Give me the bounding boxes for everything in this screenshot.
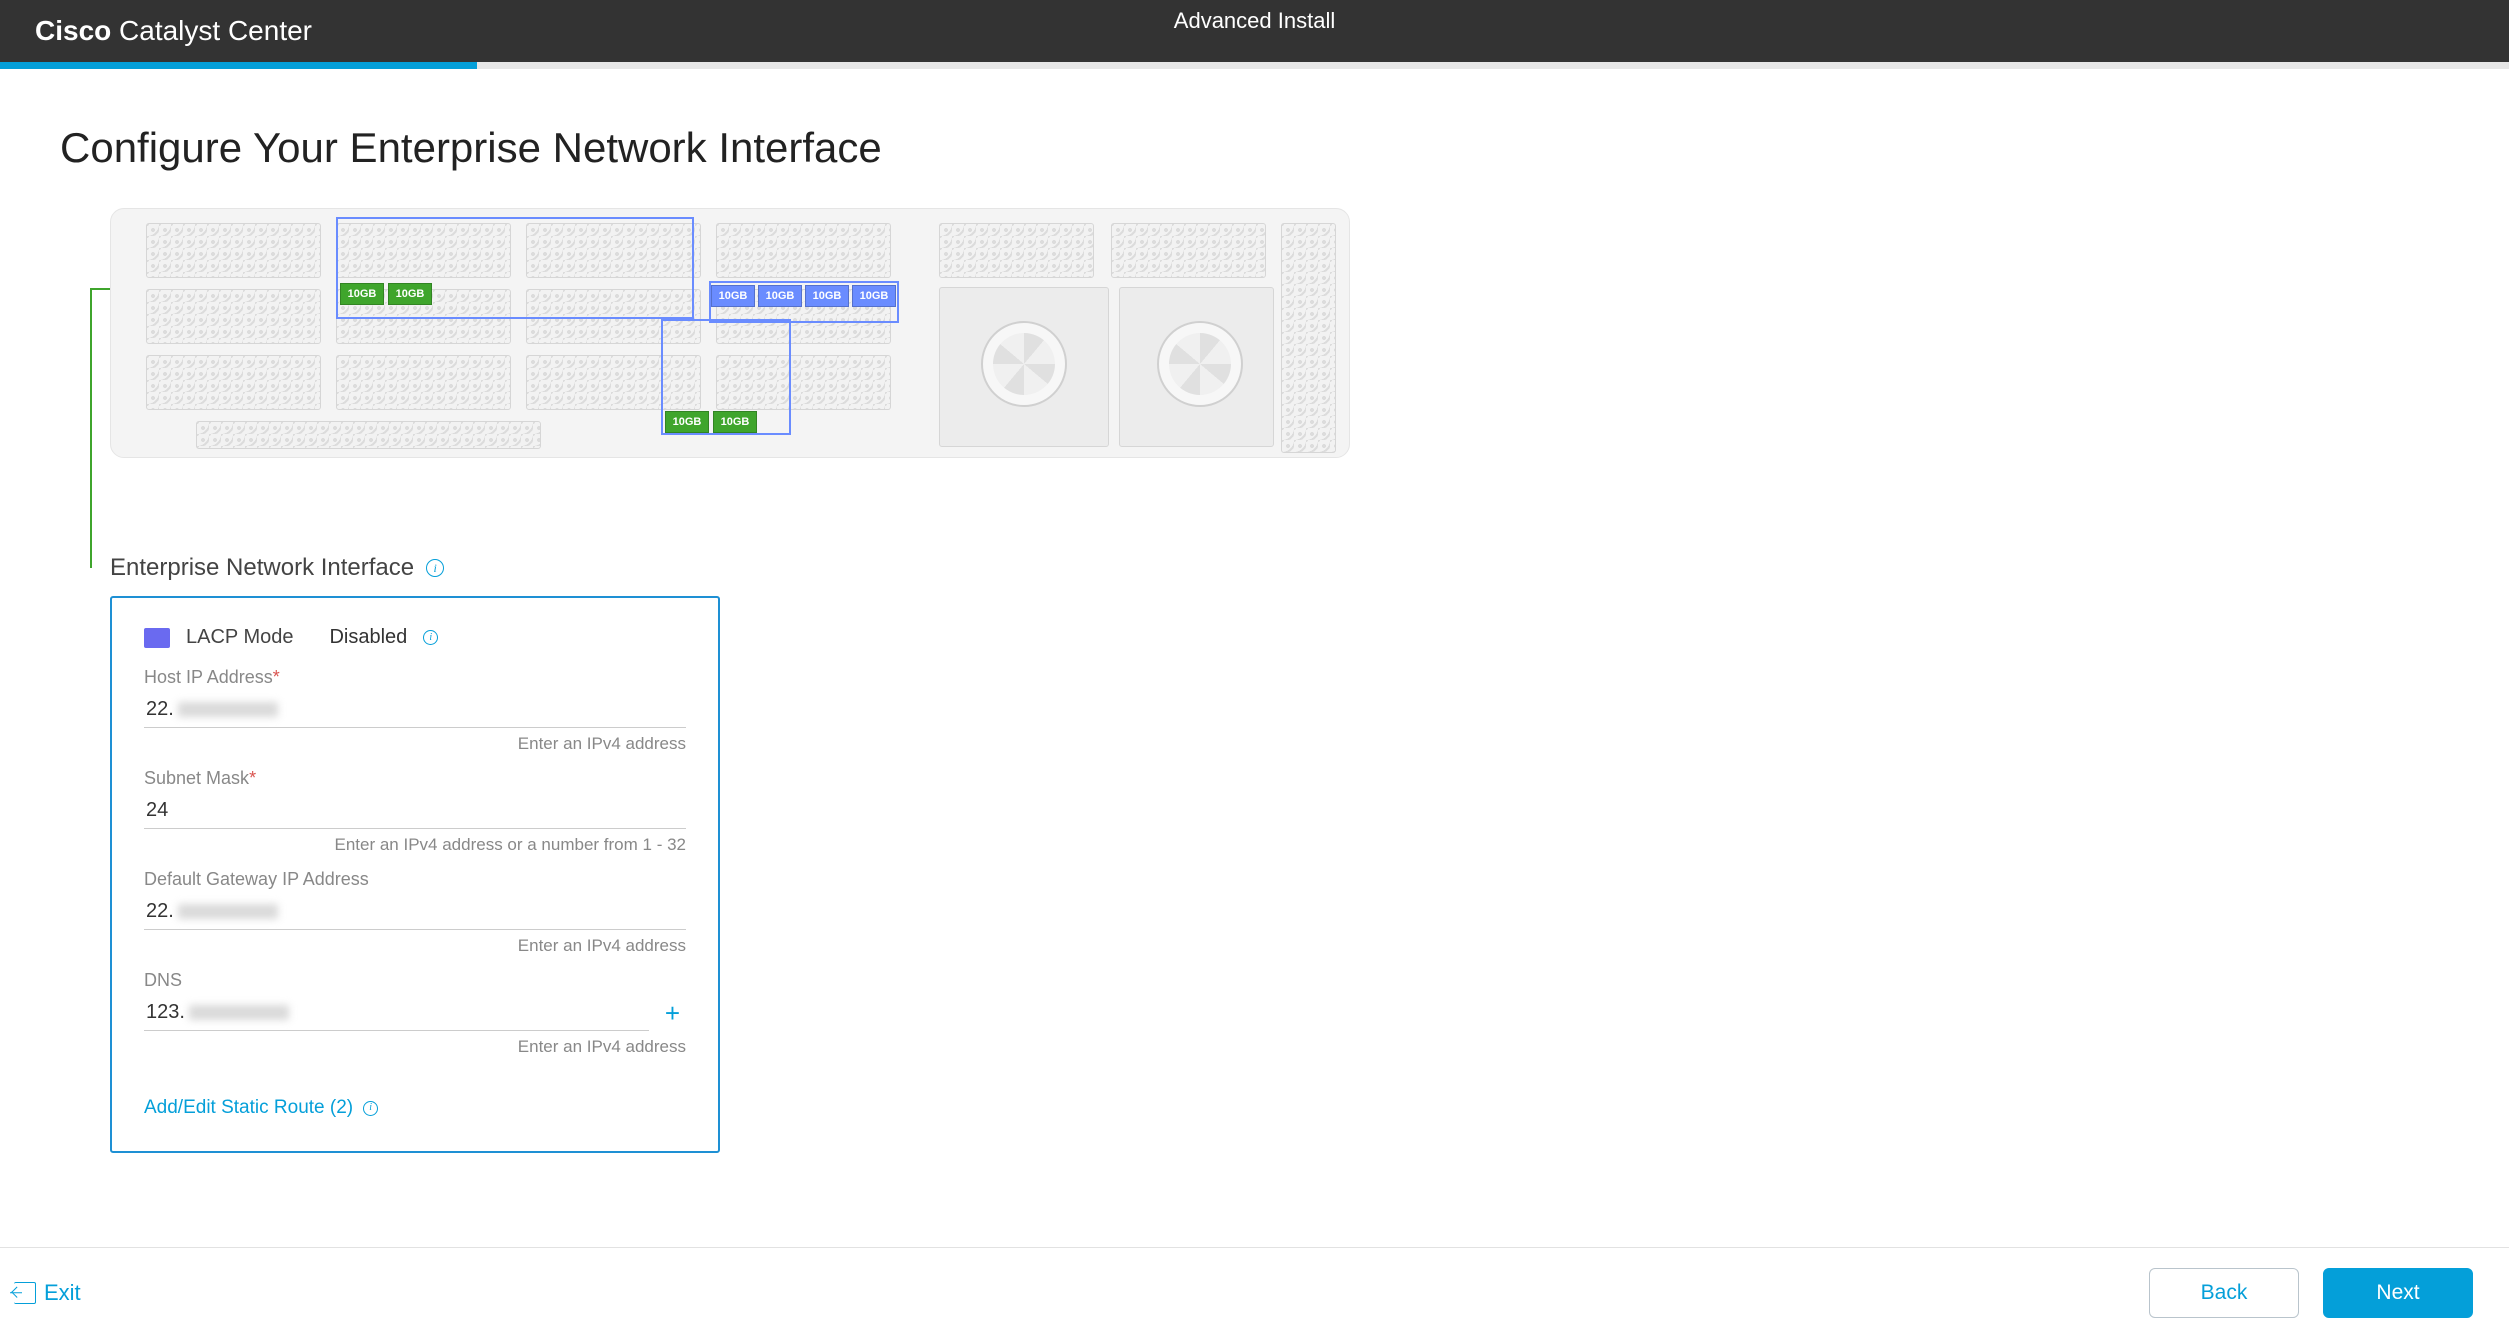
slot: [716, 223, 891, 278]
field-label: Subnet Mask*: [144, 768, 686, 789]
lacp-value: Disabled: [329, 626, 407, 649]
port-10gb-green[interactable]: 10GB: [713, 411, 757, 433]
redacted-icon: [189, 1005, 289, 1020]
add-edit-static-route-link[interactable]: Add/Edit Static Route (2) i: [144, 1097, 378, 1119]
slot: [1111, 223, 1266, 278]
page-title: Configure Your Enterprise Network Interf…: [60, 124, 2449, 172]
port-10gb-blue[interactable]: 10GB: [711, 285, 755, 307]
field-help: Enter an IPv4 address: [144, 1037, 686, 1057]
next-button[interactable]: Next: [2323, 1268, 2473, 1318]
info-icon[interactable]: i: [363, 1101, 378, 1116]
exit-icon: [14, 1282, 36, 1304]
device-chassis: 10GB 10GB 10GB 10GB 10GB 10GB 10GB 10GB: [110, 208, 1350, 458]
field-help: Enter an IPv4 address or a number from 1…: [144, 835, 686, 855]
slot: [1281, 223, 1336, 453]
port-10gb-blue[interactable]: 10GB: [805, 285, 849, 307]
progress-track: [0, 62, 2509, 69]
port-10gb-green[interactable]: 10GB: [665, 411, 709, 433]
folder-icon: [144, 628, 170, 648]
host-ip-input[interactable]: 22.: [144, 692, 686, 728]
section-label: Enterprise Network Interface i: [110, 554, 2449, 582]
fan-icon: [981, 321, 1067, 407]
info-icon[interactable]: i: [426, 559, 444, 577]
exit-button[interactable]: Exit: [14, 1280, 81, 1306]
slot: [939, 223, 1094, 278]
field-label: DNS: [144, 970, 686, 991]
field-help: Enter an IPv4 address: [144, 734, 686, 754]
brand: Cisco Catalyst Center: [35, 15, 312, 47]
add-dns-button[interactable]: +: [659, 1000, 686, 1026]
required-asterisk: *: [249, 768, 256, 788]
port-10gb-blue[interactable]: 10GB: [758, 285, 802, 307]
slot: [196, 421, 541, 449]
app-header: Cisco Catalyst Center Advanced Install: [0, 0, 2509, 62]
redacted-icon: [178, 702, 278, 717]
footer: Exit Back Next: [0, 1247, 2509, 1337]
page-body: Configure Your Enterprise Network Interf…: [0, 69, 2509, 1293]
brand-bold: Cisco: [35, 15, 111, 46]
field-help: Enter an IPv4 address: [144, 936, 686, 956]
field-dns: DNS 123. + Enter an IPv4 address: [144, 970, 686, 1057]
gateway-input[interactable]: 22.: [144, 894, 686, 930]
slot: [336, 355, 511, 410]
progress-fill: [0, 62, 477, 69]
redacted-icon: [178, 904, 278, 919]
lacp-label: LACP Mode: [186, 626, 293, 649]
field-gateway: Default Gateway IP Address 22. Enter an …: [144, 869, 686, 956]
brand-rest: Catalyst Center: [111, 15, 312, 46]
required-asterisk: *: [273, 667, 280, 687]
lead-line-v: [90, 288, 92, 568]
lacp-row: LACP Mode Disabled i: [144, 626, 686, 649]
header-title: Advanced Install: [1174, 8, 1335, 34]
slot: [146, 223, 321, 278]
interface-config-card: LACP Mode Disabled i Host IP Address* 22…: [110, 596, 720, 1153]
field-host-ip: Host IP Address* 22. Enter an IPv4 addre…: [144, 667, 686, 754]
subnet-input[interactable]: [144, 793, 686, 829]
fan-icon: [1157, 321, 1243, 407]
field-label: Host IP Address*: [144, 667, 686, 688]
slot: [146, 289, 321, 344]
dns-input[interactable]: 123.: [144, 995, 649, 1031]
field-label: Default Gateway IP Address: [144, 869, 686, 890]
slot: [146, 355, 321, 410]
field-subnet: Subnet Mask* Enter an IPv4 address or a …: [144, 768, 686, 855]
port-10gb-green[interactable]: 10GB: [340, 283, 384, 305]
section-label-text: Enterprise Network Interface: [110, 554, 414, 582]
back-button[interactable]: Back: [2149, 1268, 2299, 1318]
device-diagram-wrap: 10GB 10GB 10GB 10GB 10GB 10GB 10GB 10GB: [110, 208, 2449, 458]
port-10gb-green[interactable]: 10GB: [388, 283, 432, 305]
port-10gb-blue[interactable]: 10GB: [852, 285, 896, 307]
info-icon[interactable]: i: [423, 630, 438, 645]
